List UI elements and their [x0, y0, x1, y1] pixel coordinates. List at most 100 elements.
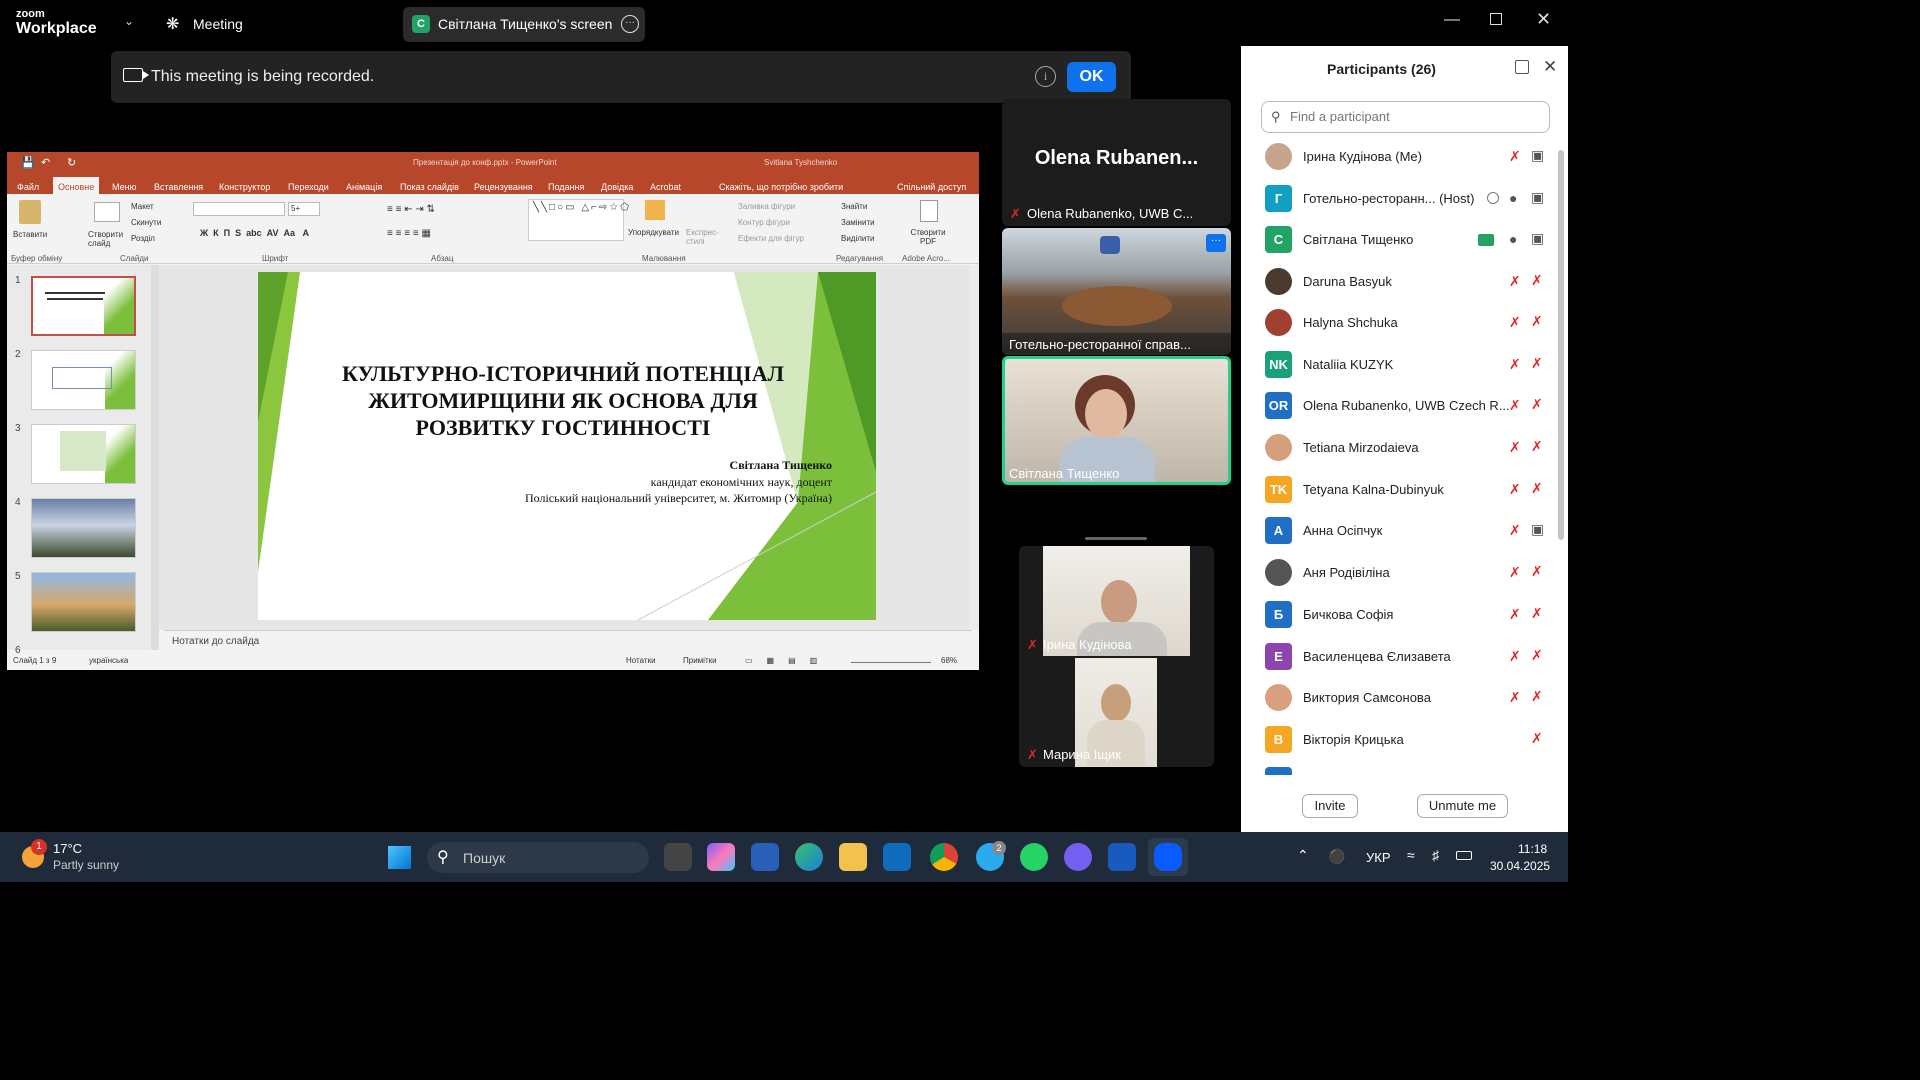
new-slide-icon[interactable]: [94, 202, 120, 222]
slide-thumbnail[interactable]: [31, 276, 136, 336]
info-icon[interactable]: i: [1035, 66, 1056, 87]
redo-icon[interactable]: ↻: [67, 156, 76, 169]
participant-row[interactable]: Е Василенцева Єлизавета ✗ ✗: [1241, 637, 1561, 678]
tab-animations[interactable]: Анімація: [346, 182, 382, 192]
layout-button[interactable]: Макет: [131, 202, 154, 211]
status-language[interactable]: українська: [89, 656, 128, 665]
align-icons[interactable]: ≡ ≡ ≡ ≡ ▦: [387, 228, 431, 239]
shape-effects-button[interactable]: Ефекти для фігур: [738, 234, 804, 243]
video-off-icon[interactable]: ✗: [1531, 355, 1543, 372]
battery-icon[interactable]: [1456, 851, 1472, 860]
video-off-icon[interactable]: ✗: [1531, 313, 1543, 330]
current-slide[interactable]: КУЛЬТУРНО-ІСТОРИЧНИЙ ПОТЕНЦІАЛ ЖИТОМИРЩИ…: [258, 272, 876, 620]
mic-muted-icon[interactable]: ✗: [1509, 481, 1521, 498]
replace-button[interactable]: Замінити: [841, 218, 875, 227]
video-tile-group[interactable]: ✗ Ірина Кудінова ✗ Марина Іщик: [1019, 546, 1214, 767]
save-icon[interactable]: 💾: [21, 156, 35, 169]
tab-review[interactable]: Рецензування: [474, 182, 533, 192]
participant-row[interactable]: А Анна Осіпчук ✗ ▣: [1241, 511, 1561, 552]
video-off-icon[interactable]: ✗: [1531, 438, 1543, 455]
taskbar-search-box[interactable]: [427, 842, 649, 873]
font-size-box[interactable]: 5+: [288, 202, 320, 216]
video-camera-icon[interactable]: ▣: [1531, 189, 1544, 206]
viber-icon[interactable]: [1064, 843, 1092, 871]
new-slide-button[interactable]: Створити слайд: [88, 230, 128, 248]
create-pdf-icon[interactable]: [920, 200, 938, 222]
notes-placeholder[interactable]: Нотатки до слайда: [172, 636, 259, 647]
share-button[interactable]: Спільний доступ: [897, 182, 966, 192]
video-off-icon[interactable]: ✗: [1531, 605, 1543, 622]
slide-thumbnail[interactable]: [31, 424, 136, 484]
mic-muted-icon[interactable]: ✗: [1509, 648, 1521, 665]
participants-scrollbar[interactable]: [1558, 150, 1564, 540]
mic-muted-icon[interactable]: ✗: [1509, 606, 1521, 623]
participant-row[interactable]: С Світлана Тищенко ● ▣: [1241, 220, 1561, 261]
participant-row[interactable]: Ірина Кудінова (Me) ✗ ▣: [1241, 137, 1561, 178]
tell-me-box[interactable]: Скажіть, що потрібно зробити: [719, 182, 843, 192]
meeting-label[interactable]: Meeting: [193, 16, 243, 32]
participant-row[interactable]: Daruna Basyuk ✗ ✗: [1241, 262, 1561, 303]
language-indicator[interactable]: УКР: [1366, 850, 1391, 865]
thumbs-scrollbar[interactable]: [151, 265, 159, 650]
windows-start-icon[interactable]: [388, 846, 411, 869]
chrome-icon[interactable]: [930, 843, 958, 871]
zoom-icon[interactable]: [1154, 843, 1182, 871]
mic-muted-icon[interactable]: ✗: [1509, 273, 1521, 290]
outlook-icon[interactable]: [883, 843, 911, 871]
participant-row[interactable]: Б Бичкова Софія ✗ ✗: [1241, 595, 1561, 636]
paste-icon[interactable]: [19, 200, 41, 224]
clock-date[interactable]: 30.04.2025: [1490, 859, 1550, 873]
video-camera-icon[interactable]: ▣: [1531, 230, 1544, 247]
mic-muted-icon[interactable]: ✗: [1509, 564, 1521, 581]
mic-muted-icon[interactable]: ✗: [1509, 356, 1521, 373]
participant-row[interactable]: OR Olena Rubanenko, UWB Czech R... ✗ ✗: [1241, 386, 1561, 427]
find-button[interactable]: Знайти: [841, 202, 867, 211]
tab-menu[interactable]: Меню: [112, 182, 136, 192]
mic-muted-icon[interactable]: ✗: [1509, 689, 1521, 706]
slide-scrollbar[interactable]: [969, 265, 979, 630]
minimize-icon[interactable]: —: [1444, 11, 1460, 29]
restore-icon[interactable]: [1490, 13, 1502, 25]
chevron-up-icon[interactable]: ⌃: [1297, 847, 1309, 864]
pop-out-icon[interactable]: [1515, 60, 1529, 74]
tab-file[interactable]: Файл: [17, 182, 39, 192]
slide-thumbnail[interactable]: [31, 572, 136, 632]
mic-icon[interactable]: ●: [1509, 231, 1517, 247]
video-tile-room[interactable]: ··· Готельно-ресторанної справ...: [1002, 228, 1231, 355]
volume-muted-icon[interactable]: ♯: [1432, 847, 1439, 863]
notes-pane[interactable]: [164, 630, 972, 652]
participant-row[interactable]: Halyna Shchuka ✗ ✗: [1241, 303, 1561, 344]
create-pdf-button[interactable]: Створити PDF: [910, 228, 946, 246]
participant-row[interactable]: Аня Родівіліна ✗ ✗: [1241, 553, 1561, 594]
font-name-box[interactable]: [193, 202, 285, 216]
mic-muted-icon[interactable]: ✗: [1509, 397, 1521, 414]
arrange-button[interactable]: Упорядкувати: [628, 228, 679, 237]
tab-home[interactable]: Основне: [58, 182, 94, 192]
bold-icon[interactable]: Ж К П S abc AV Aa A: [200, 228, 309, 238]
participant-row[interactable]: Г Готельно-ресторанн... (Host) ● ▣: [1241, 179, 1561, 220]
tab-insert[interactable]: Вставлення: [154, 182, 203, 192]
participant-row[interactable]: В Вікторія Крицька ✗: [1241, 720, 1561, 761]
participant-row[interactable]: Tetiana Mirzodaieva ✗ ✗: [1241, 428, 1561, 469]
mic-icon[interactable]: ●: [1509, 190, 1517, 206]
view-buttons[interactable]: ▭▦▤▥: [745, 656, 831, 665]
ok-button[interactable]: OK: [1067, 62, 1116, 92]
tab-design[interactable]: Конструктор: [219, 182, 270, 192]
edge-icon[interactable]: [795, 843, 823, 871]
tab-view[interactable]: Подання: [548, 182, 584, 192]
slide-thumbnail[interactable]: [31, 350, 136, 410]
clock-time[interactable]: 11:18: [1518, 842, 1547, 856]
task-view-icon[interactable]: [664, 843, 692, 871]
section-button[interactable]: Розділ: [131, 234, 155, 243]
close-icon[interactable]: ✕: [1536, 9, 1551, 30]
video-camera-icon[interactable]: ▣: [1531, 147, 1544, 164]
select-button[interactable]: Виділити: [841, 234, 875, 243]
comments-toggle[interactable]: Примітки: [683, 656, 717, 665]
video-off-icon[interactable]: ✗: [1531, 272, 1543, 289]
quick-styles-button[interactable]: Експрес-стилі: [686, 228, 719, 246]
undo-icon[interactable]: ↶: [41, 156, 50, 169]
wifi-icon[interactable]: ≈: [1407, 847, 1415, 863]
list-icons[interactable]: ≡ ≡ ⇤ ⇥ ⇅: [387, 204, 435, 215]
video-off-icon[interactable]: ✗: [1531, 563, 1543, 580]
mic-muted-icon[interactable]: ✗: [1509, 439, 1521, 456]
